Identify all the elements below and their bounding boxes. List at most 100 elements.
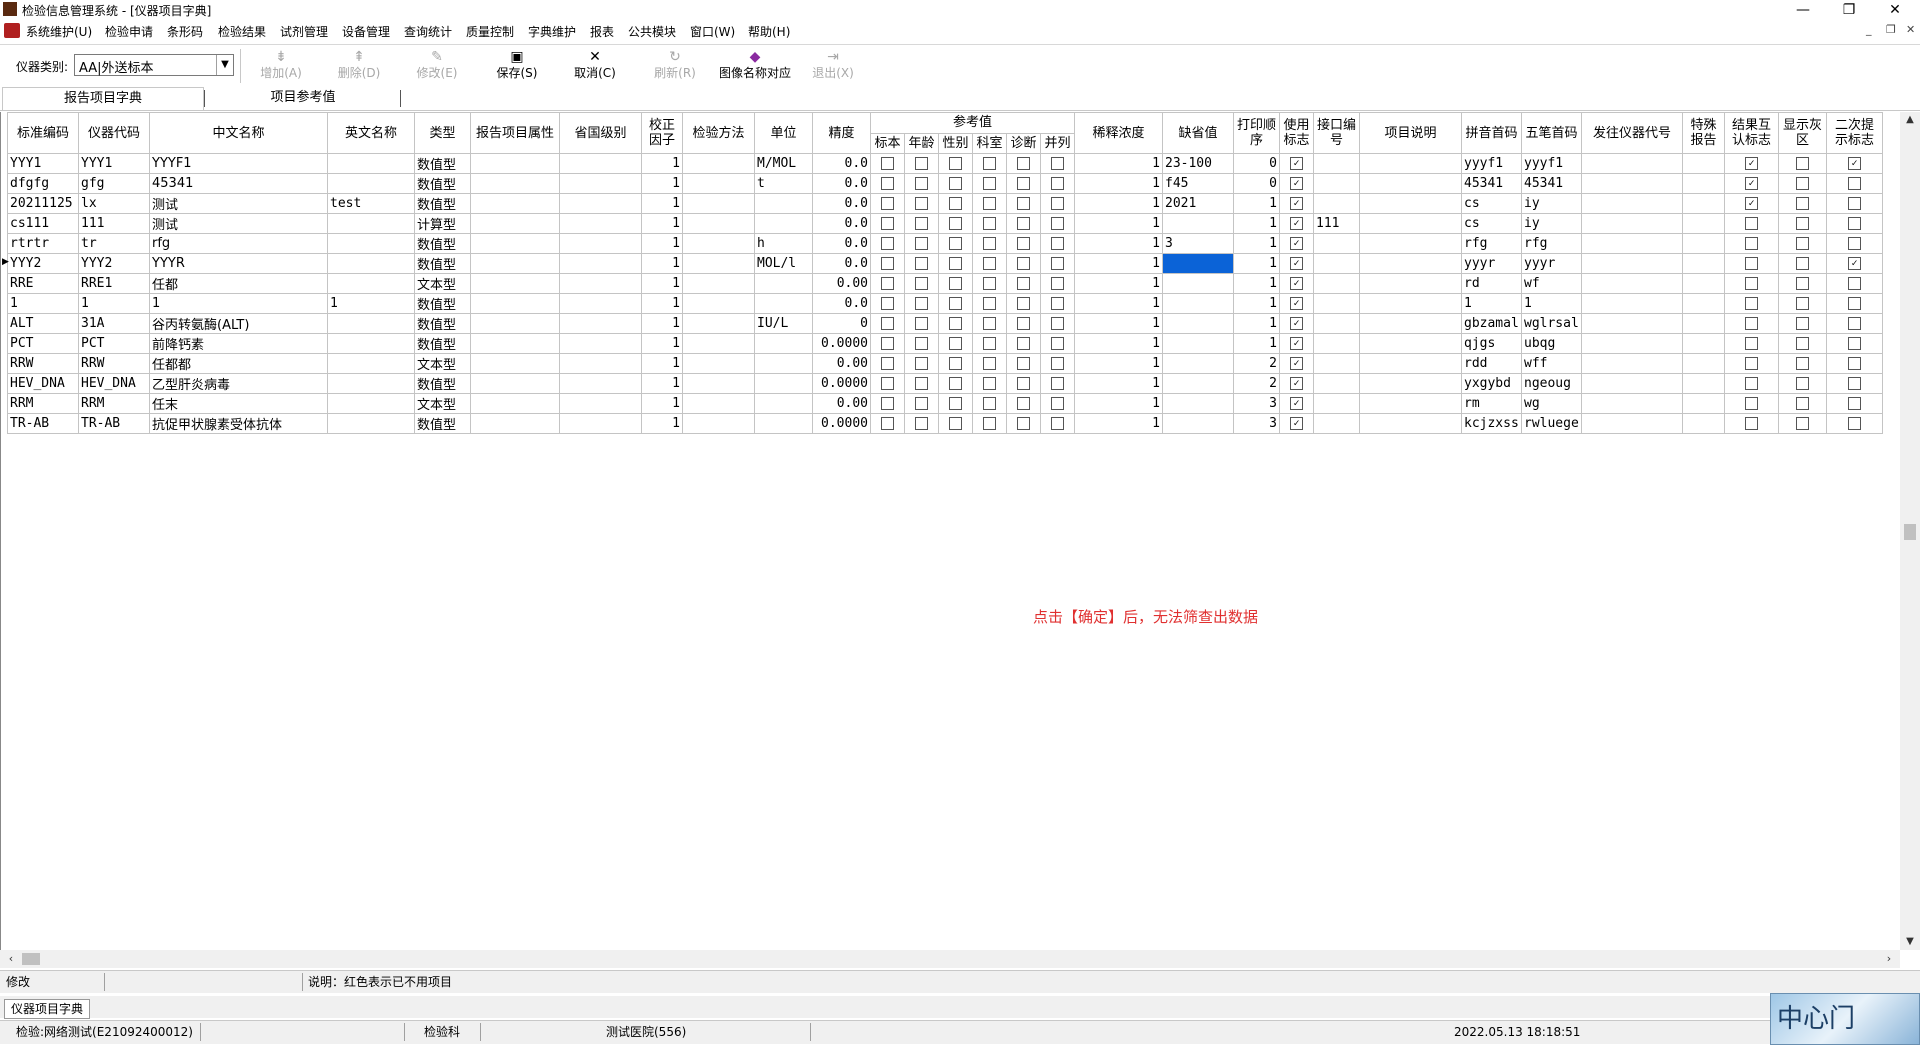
col-unit[interactable]: 单位	[754, 112, 813, 154]
col-mutual-recognition[interactable]: 结果互认标志	[1724, 112, 1779, 154]
cell-english-name[interactable]	[327, 393, 415, 414]
menu-help[interactable]: 帮助(H)	[748, 23, 790, 40]
cell-chinese-name[interactable]: 任都都	[149, 353, 328, 374]
cell-ref-sex-checkbox[interactable]	[949, 217, 962, 230]
menu-query[interactable]: 查询统计	[404, 23, 452, 40]
cell-ref-age-checkbox[interactable]	[915, 257, 928, 270]
cell-special-report[interactable]	[1682, 273, 1725, 294]
col-level[interactable]: 省国级别	[559, 112, 642, 154]
cell-ref-parallel-checkbox[interactable]	[1051, 217, 1064, 230]
cell-send-instrument[interactable]	[1581, 153, 1683, 174]
cell-level[interactable]	[559, 393, 642, 414]
cell-ref-diagnosis-checkbox[interactable]	[1017, 377, 1030, 390]
cell-std-code[interactable]: TR-AB	[7, 413, 79, 434]
cell-ref-age-checkbox[interactable]	[915, 177, 928, 190]
cell-print-order[interactable]: 1	[1233, 253, 1280, 274]
cell-chinese-name[interactable]: YYYR	[149, 253, 328, 274]
cell-use-flag-checkbox[interactable]: ✓	[1290, 237, 1303, 250]
edit-button[interactable]: ✎ 修改(E)	[402, 49, 472, 83]
cell-send-instrument[interactable]	[1581, 313, 1683, 334]
close-button[interactable]: ✕	[1872, 0, 1918, 20]
cell-dilution[interactable]: 1	[1074, 193, 1163, 214]
cell-dilution[interactable]: 1	[1074, 333, 1163, 354]
col-second-prompt[interactable]: 二次提示标志	[1826, 112, 1883, 154]
cell-dilution[interactable]: 1	[1074, 253, 1163, 274]
cell-ref-dept-checkbox[interactable]	[983, 317, 996, 330]
col-ref-sex[interactable]: 性别	[938, 132, 973, 154]
cell-ref-diagnosis-checkbox[interactable]	[1017, 417, 1030, 430]
menu-dictionary[interactable]: 字典维护	[528, 23, 576, 40]
cell-send-instrument[interactable]	[1581, 233, 1683, 254]
table-row[interactable]: cs111 111 测试 计算型 1 0.0 1 1 ✓ 111 cs iy	[7, 213, 1883, 234]
save-button[interactable]: ▣ 保存(S)	[482, 49, 552, 83]
cell-precision[interactable]: 0.0	[812, 153, 871, 174]
cell-std-code[interactable]: YYY2	[7, 253, 79, 274]
cell-mutual-recognition-checkbox[interactable]	[1745, 397, 1758, 410]
cell-ref-specimen-checkbox[interactable]	[881, 237, 894, 250]
cell-ref-dept-checkbox[interactable]	[983, 297, 996, 310]
cell-interface-no[interactable]	[1313, 193, 1360, 214]
cell-wubi[interactable]: wff	[1521, 353, 1582, 374]
cell-std-code[interactable]: YYY1	[7, 153, 79, 174]
cell-second-prompt-checkbox[interactable]	[1848, 177, 1861, 190]
cell-description[interactable]	[1359, 333, 1462, 354]
cell-english-name[interactable]: test	[327, 193, 415, 214]
cell-unit[interactable]: h	[754, 233, 813, 254]
cell-interface-no[interactable]	[1313, 173, 1360, 194]
cell-item-attribute[interactable]	[470, 193, 560, 214]
cell-send-instrument[interactable]	[1581, 173, 1683, 194]
app-menu-icon[interactable]	[4, 23, 20, 38]
cell-default[interactable]	[1162, 273, 1234, 294]
cell-interface-no[interactable]	[1313, 413, 1360, 434]
cell-chinese-name[interactable]: 45341	[149, 173, 328, 194]
cell-use-flag-checkbox[interactable]: ✓	[1290, 197, 1303, 210]
cell-ref-dept-checkbox[interactable]	[983, 277, 996, 290]
cell-special-report[interactable]	[1682, 333, 1725, 354]
cell-mutual-recognition-checkbox[interactable]: ✓	[1745, 177, 1758, 190]
cell-ref-sex-checkbox[interactable]	[949, 317, 962, 330]
cell-factor[interactable]: 1	[641, 233, 683, 254]
hscroll-thumb[interactable]	[22, 953, 40, 965]
cell-type[interactable]: 数值型	[414, 313, 471, 334]
cell-ref-diagnosis-checkbox[interactable]	[1017, 237, 1030, 250]
cell-unit[interactable]: IU/L	[754, 313, 813, 334]
cell-ref-age-checkbox[interactable]	[915, 317, 928, 330]
cell-interface-no[interactable]	[1313, 333, 1360, 354]
cell-ref-dept-checkbox[interactable]	[983, 397, 996, 410]
cell-item-attribute[interactable]	[470, 393, 560, 414]
cell-instrument-code[interactable]: RRM	[78, 393, 150, 414]
cell-dilution[interactable]: 1	[1074, 273, 1163, 294]
cell-item-attribute[interactable]	[470, 373, 560, 394]
cell-ref-dept-checkbox[interactable]	[983, 417, 996, 430]
menu-system[interactable]: 系统维护(U)	[26, 23, 92, 40]
cell-second-prompt-checkbox[interactable]	[1848, 337, 1861, 350]
cell-ref-specimen-checkbox[interactable]	[881, 217, 894, 230]
cell-chinese-name[interactable]: 测试	[149, 213, 328, 234]
cell-precision[interactable]: 0.00	[812, 393, 871, 414]
cell-print-order[interactable]: 1	[1233, 313, 1280, 334]
cell-level[interactable]	[559, 213, 642, 234]
cell-default[interactable]	[1162, 333, 1234, 354]
cell-ref-sex-checkbox[interactable]	[949, 337, 962, 350]
cell-type[interactable]: 计算型	[414, 213, 471, 234]
cell-level[interactable]	[559, 273, 642, 294]
col-reference-group[interactable]: 参考值	[870, 112, 1075, 134]
cell-ref-diagnosis-checkbox[interactable]	[1017, 217, 1030, 230]
col-instrument-code[interactable]: 仪器代码	[78, 112, 150, 154]
cell-unit[interactable]	[754, 193, 813, 214]
cell-precision[interactable]: 0.0	[812, 213, 871, 234]
cell-special-report[interactable]	[1682, 293, 1725, 314]
cell-type[interactable]: 数值型	[414, 253, 471, 274]
cell-gray-zone-checkbox[interactable]	[1796, 397, 1809, 410]
horizontal-scrollbar[interactable]: ‹ ›	[0, 950, 1900, 968]
cell-item-attribute[interactable]	[470, 233, 560, 254]
cell-pinyin[interactable]: cs	[1461, 193, 1522, 214]
col-description[interactable]: 项目说明	[1359, 112, 1462, 154]
cell-level[interactable]	[559, 153, 642, 174]
cell-chinese-name[interactable]: YYYF1	[149, 153, 328, 174]
cell-unit[interactable]	[754, 373, 813, 394]
cell-method[interactable]	[682, 313, 755, 334]
cell-level[interactable]	[559, 293, 642, 314]
table-row[interactable]: RRW RRW 任都都 文本型 1 0.00 1 2 ✓ rdd wff	[7, 353, 1883, 374]
cell-factor[interactable]: 1	[641, 333, 683, 354]
